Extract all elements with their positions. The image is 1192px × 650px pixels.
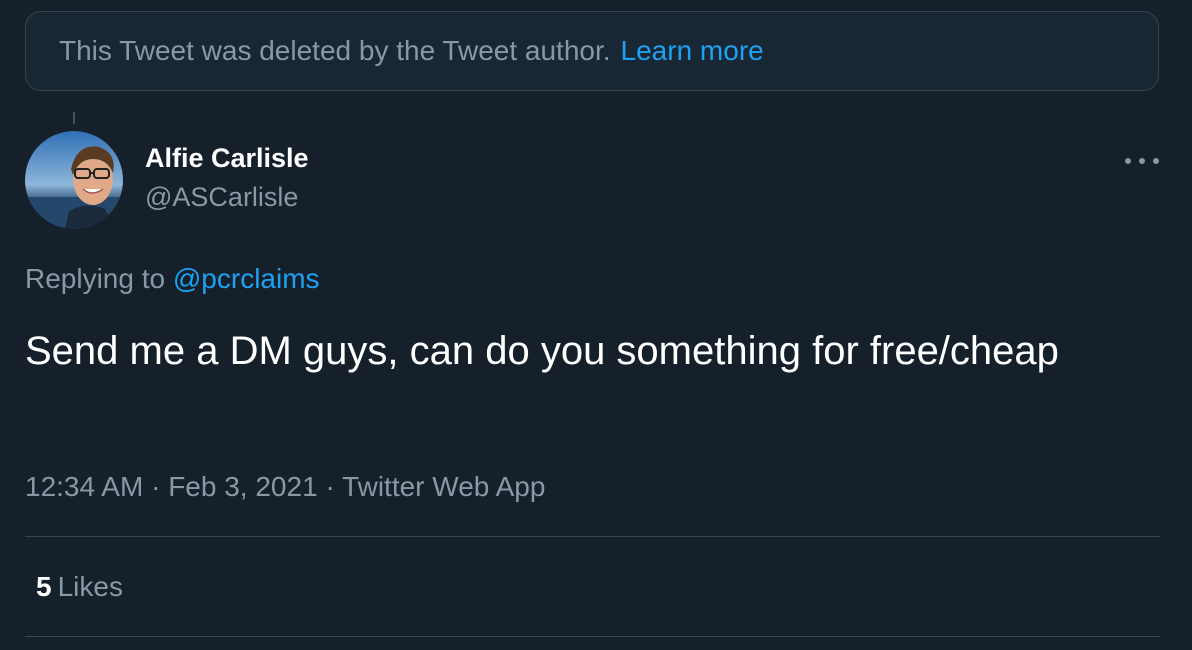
divider xyxy=(25,536,1160,537)
author-handle[interactable]: @ASCarlisle xyxy=(145,182,298,213)
tweet-source[interactable]: Twitter Web App xyxy=(342,471,545,502)
author-name[interactable]: Alfie Carlisle xyxy=(145,143,309,174)
likes-label: Likes xyxy=(57,571,123,602)
meta-separator: · xyxy=(151,471,161,502)
likes-count: 5 xyxy=(36,571,52,602)
more-dot xyxy=(1139,158,1145,164)
more-horizontal-icon[interactable] xyxy=(1125,144,1159,178)
tweet-metadata: 12:34 AM · Feb 3, 2021 · Twitter Web App xyxy=(25,471,545,503)
avatar[interactable] xyxy=(25,131,123,229)
deleted-tweet-notice: This Tweet was deleted by the Tweet auth… xyxy=(25,11,1159,91)
replying-to-line: Replying to @pcrclaims xyxy=(25,263,320,295)
likes-stat[interactable]: 5 Likes xyxy=(36,571,123,603)
thread-connector-line xyxy=(73,112,75,124)
tweet-date[interactable]: Feb 3, 2021 xyxy=(168,471,317,502)
learn-more-link[interactable]: Learn more xyxy=(621,35,764,67)
deleted-notice-text: This Tweet was deleted by the Tweet auth… xyxy=(59,35,611,66)
replying-to-mention[interactable]: @pcrclaims xyxy=(173,263,320,294)
more-dot xyxy=(1153,158,1159,164)
tweet-text: Send me a DM guys, can do you something … xyxy=(25,329,1059,373)
divider xyxy=(25,636,1160,637)
replying-to-label: Replying to xyxy=(25,263,166,294)
tweet-time[interactable]: 12:34 AM xyxy=(25,471,143,502)
more-dot xyxy=(1125,158,1131,164)
meta-separator: · xyxy=(325,471,335,502)
